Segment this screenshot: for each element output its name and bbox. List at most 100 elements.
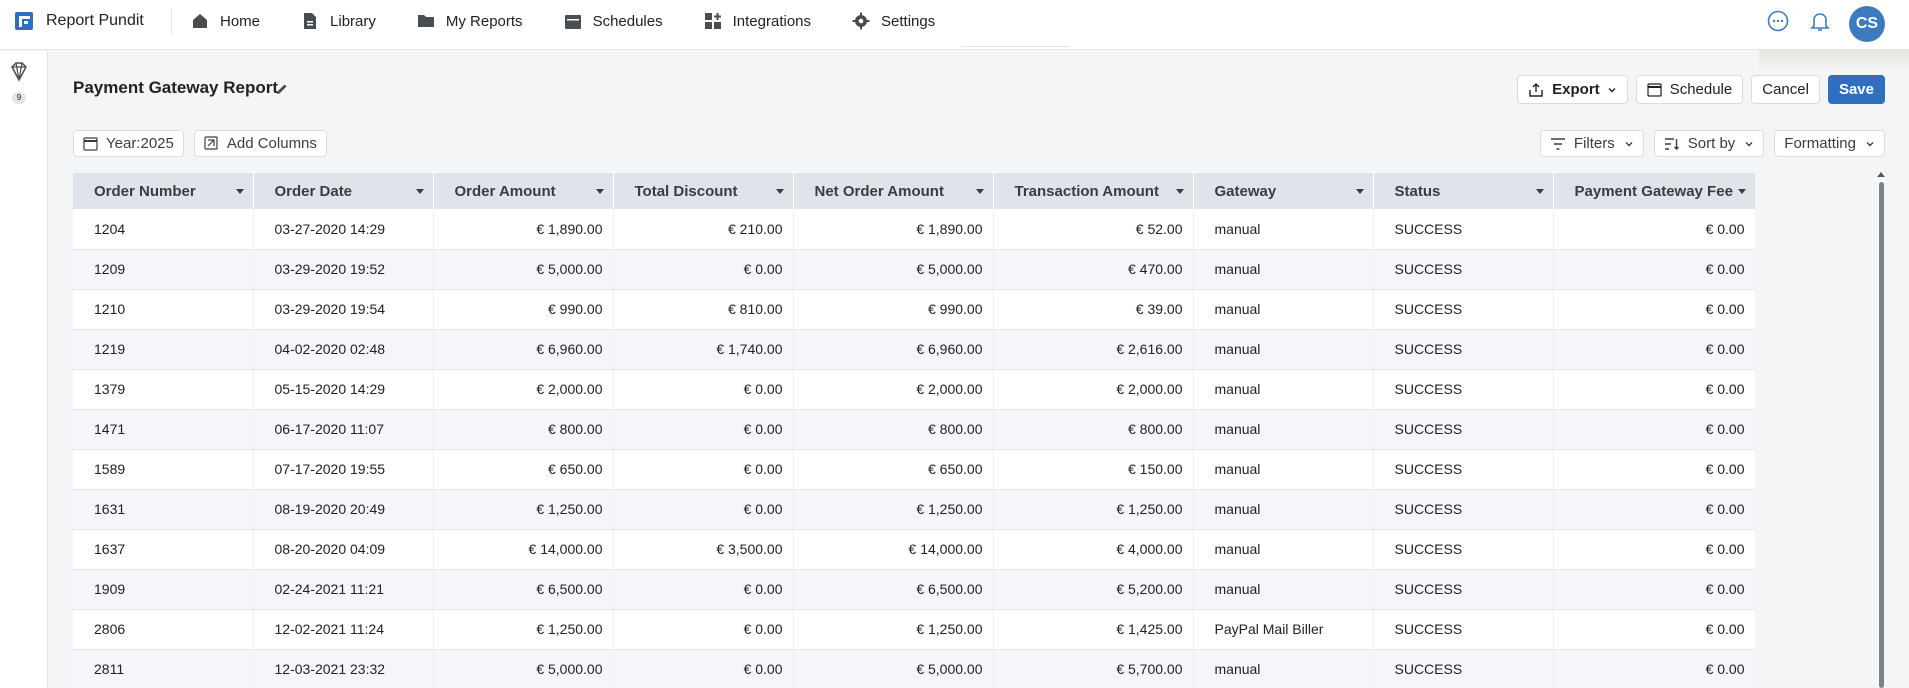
table-cell: 1909 [73,569,254,610]
table-cell: SUCCESS [1373,249,1554,290]
column-header-label: Total Discount [634,182,738,200]
table-cell: SUCCESS [1373,449,1554,490]
caret-down-icon[interactable] [415,189,424,194]
table-cell: € 5,000.00 [793,649,994,688]
column-header-order-date[interactable]: Order Date [253,173,434,209]
table-cell: manual [1193,369,1374,410]
table-row[interactable]: 2806 12-02-2021 11:24 € 1,250.00 € 0.00 € 1,… [73,609,1755,650]
column-header-total-discount[interactable]: Total Discount [613,173,794,209]
pencil-icon[interactable] [274,81,290,97]
export-button[interactable]: Export [1517,75,1628,104]
column-header-label: Status [1394,182,1441,200]
avatar[interactable]: CS [1849,6,1885,42]
nav-label-integrations: Integrations [732,12,812,30]
vertical-scrollbar-thumb[interactable] [1879,182,1884,688]
column-header-net-order-amount[interactable]: Net Order Amount [793,173,994,209]
table-cell: € 2,000.00 [993,369,1194,410]
brand[interactable]: Report Pundit [14,0,144,42]
table-cell: manual [1193,529,1374,570]
table-cell: 1209 [73,249,254,290]
nav-item-settings[interactable]: Settings [851,11,935,31]
filters-label: Filters [1573,135,1615,152]
caret-down-icon[interactable] [595,189,604,194]
table-cell: € 39.00 [993,289,1194,330]
app-name: Report Pundit [46,12,144,29]
table-cell: € 1,250.00 [433,609,614,650]
table-row[interactable]: 2811 12-03-2021 23:32 € 5,000.00 € 0.00 € 5,… [73,649,1755,688]
table-cell: € 1,250.00 [993,489,1194,530]
schedule-button[interactable]: Schedule [1635,75,1744,104]
column-header-order-amount[interactable]: Order Amount [433,173,614,209]
column-header-status[interactable]: Status [1373,173,1554,209]
caret-down-icon[interactable] [1535,189,1544,194]
table-row[interactable]: 1210 03-29-2020 19:54 € 990.00 € 810.00 € 99… [73,289,1755,330]
table-cell: € 0.00 [613,409,794,450]
table-cell: € 6,960.00 [433,329,614,370]
caret-down-icon[interactable] [775,189,784,194]
nav-underline [961,46,1070,47]
cancel-button[interactable]: Cancel [1751,75,1820,104]
column-header-payment-gateway-fee[interactable]: Payment Gateway Fee [1553,173,1755,209]
table-cell: € 6,500.00 [793,569,994,610]
table-cell: € 0.00 [613,249,794,290]
table-row[interactable]: 1637 08-20-2020 04:09 € 14,000.00 € 3,500.0… [73,529,1755,570]
nav-item-library[interactable]: Library [300,11,376,31]
table-row[interactable]: 1219 04-02-2020 02:48 € 6,960.00 € 1,740.00… [73,329,1755,370]
caret-down-icon[interactable] [975,189,984,194]
caret-down-icon[interactable] [1737,189,1746,194]
table-cell: € 14,000.00 [433,529,614,570]
page-title: Payment Gateway Report [73,78,279,97]
chevron-down-icon [1607,85,1617,95]
table-cell: € 0.00 [1553,329,1755,370]
table-cell: € 470.00 [993,249,1194,290]
table-cell: € 1,250.00 [433,489,614,530]
scroll-up-arrow-icon[interactable] [1877,172,1885,177]
bell-icon[interactable] [1807,8,1833,34]
column-header-gateway[interactable]: Gateway [1193,173,1374,209]
table-cell: € 0.00 [613,449,794,490]
table-row[interactable]: 1471 06-17-2020 11:07 € 800.00 € 0.00 € 800.… [73,409,1755,450]
nav-item-my-reports[interactable]: My Reports [416,11,523,31]
chat-icon[interactable] [1765,8,1791,34]
year-filter-button[interactable]: Year:2025 [73,130,184,157]
table-cell: € 5,000.00 [793,249,994,290]
table-cell: € 52.00 [993,209,1194,250]
formatting-button[interactable]: Formatting [1774,130,1885,157]
diamond-icon[interactable] [8,61,30,83]
caret-down-icon[interactable] [1175,189,1184,194]
table-cell: € 0.00 [1553,369,1755,410]
table-row[interactable]: 1204 03-27-2020 14:29 € 1,890.00 € 210.00 € … [73,209,1755,250]
corner-shade [1759,50,1909,72]
table-row[interactable]: 1631 08-19-2020 20:49 € 1,250.00 € 0.00 € 1,… [73,489,1755,530]
save-button[interactable]: Save [1827,75,1885,104]
nav-item-home[interactable]: Home [190,11,260,31]
table-cell: € 0.00 [1553,489,1755,530]
column-header-order-number[interactable]: Order Number [73,173,254,209]
caret-down-icon[interactable] [1355,189,1364,194]
export-label: Export [1552,81,1600,98]
schedule-label: Schedule [1669,81,1733,98]
table-header-row: Order Number Order Date Order Amount Tot… [73,173,1755,209]
caret-down-icon[interactable] [235,189,244,194]
column-header-transaction-amount[interactable]: Transaction Amount [993,173,1194,209]
filters-button[interactable]: Filters [1539,130,1644,157]
top-navigation-bar: Report Pundit Home Library My Reports Sc [0,0,1909,50]
nav-item-integrations[interactable]: Integrations [703,11,811,31]
table-cell: € 0.00 [613,609,794,650]
nav-item-schedules[interactable]: Schedules [563,11,663,31]
table-cell: 03-29-2020 19:54 [253,289,434,330]
column-header-label: Order Date [274,182,353,200]
report-pundit-logo-icon [15,12,33,30]
table-row[interactable]: 1589 07-17-2020 19:55 € 650.00 € 0.00 € 650.… [73,449,1755,490]
column-header-label: Gateway [1214,182,1277,200]
chevron-down-icon [1865,139,1875,149]
sort-by-button[interactable]: Sort by [1653,130,1765,157]
table-cell: € 0.00 [1553,209,1755,250]
add-columns-button[interactable]: Add Columns [193,130,327,157]
calendar-icon [1647,82,1662,97]
table-row[interactable]: 1379 05-15-2020 14:29 € 2,000.00 € 0.00 € 2,… [73,369,1755,410]
home-icon [190,11,210,31]
table-row[interactable]: 1209 03-29-2020 19:52 € 5,000.00 € 0.00 € 5,… [73,249,1755,290]
table-cell: € 0.00 [613,369,794,410]
table-row[interactable]: 1909 02-24-2021 11:21 € 6,500.00 € 0.00 € 6,… [73,569,1755,610]
